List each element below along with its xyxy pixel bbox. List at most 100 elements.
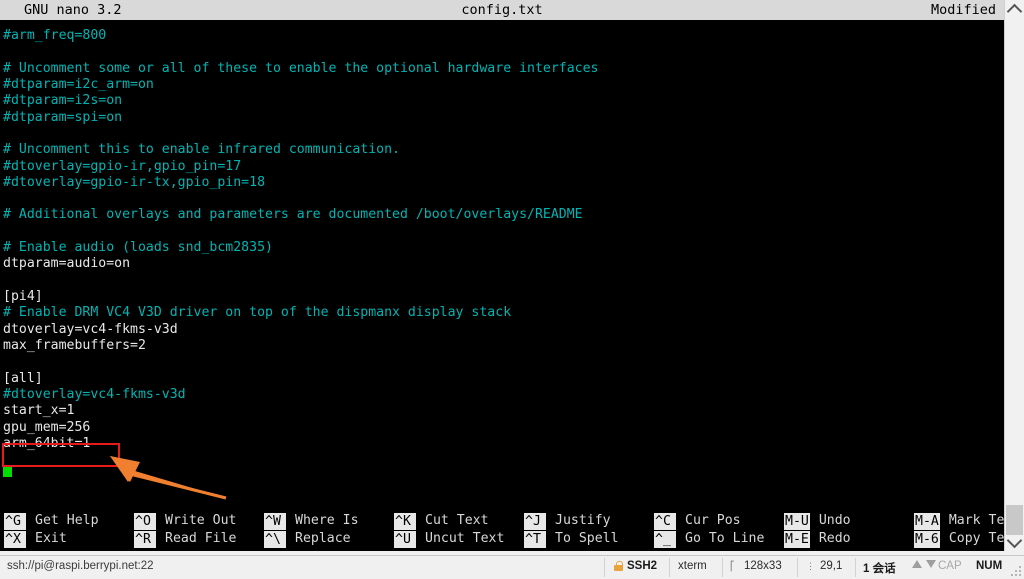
nano-editor-body[interactable]: #arm_freq=800 # Uncomment some or all of… bbox=[0, 28, 1004, 468]
shortcut-entry[interactable]: M-U Undo bbox=[784, 512, 851, 530]
status-num-lock: NUM bbox=[976, 560, 1002, 572]
shortcut-key: ^J bbox=[524, 512, 546, 530]
shortcut-label: Get Help bbox=[35, 513, 99, 528]
putty-terminal-window: GNU nano 3.2 config.txt Modified #arm_fr… bbox=[0, 0, 1024, 579]
status-session-count: 1 会话 bbox=[863, 560, 896, 576]
scroll-up-button[interactable] bbox=[1005, 0, 1024, 19]
shortcut-column: ^K Cut Text ^U Uncut Text bbox=[394, 512, 504, 548]
shortcut-key: ^G bbox=[4, 512, 26, 530]
nano-title-bar: GNU nano 3.2 config.txt Modified bbox=[0, 0, 1004, 20]
status-connection-url: ssh://pi@raspi.berrypi.net:22 bbox=[7, 560, 154, 572]
shortcut-label: Undo bbox=[818, 513, 851, 528]
status-terminal-type-label: xterm bbox=[678, 560, 707, 572]
editor-line: #dtparam=spi=on bbox=[3, 109, 123, 125]
status-protocol: SSH2 bbox=[614, 560, 657, 572]
editor-line: max_framebuffers=2 bbox=[3, 337, 146, 353]
editor-line: #arm_freq=800 bbox=[3, 28, 107, 43]
shortcut-entry[interactable]: M-E Redo bbox=[784, 530, 851, 548]
shortcut-entry[interactable]: ^T To Spell bbox=[524, 530, 619, 548]
chevron-down-icon bbox=[1006, 532, 1023, 548]
shortcut-column: ^J Justify ^T To Spell bbox=[524, 512, 619, 548]
editor-line: #dtparam=i2s=on bbox=[3, 93, 123, 109]
editor-line: # Uncomment some or all of these to enab… bbox=[3, 60, 599, 76]
shortcut-entry[interactable]: ^X Exit bbox=[4, 530, 99, 548]
status-terminal-size: ⎡ 128x33 bbox=[730, 560, 782, 572]
vertical-scrollbar[interactable] bbox=[1004, 0, 1024, 551]
shortcut-entry[interactable]: ^\ Replace bbox=[264, 530, 359, 548]
status-terminal-size-label: 128x33 bbox=[744, 560, 782, 572]
editor-line: arm_64bit=1 bbox=[3, 435, 91, 451]
shortcut-label: Mark Text bbox=[948, 513, 1004, 528]
shortcut-key: ^X bbox=[4, 530, 26, 548]
status-cursor-position: ⋮ 29,1 bbox=[806, 560, 842, 572]
shortcut-key: ^W bbox=[264, 512, 286, 530]
lock-icon bbox=[614, 561, 623, 571]
resize-grip-icon[interactable] bbox=[1011, 566, 1021, 576]
status-caps-lock-label: CAP bbox=[938, 560, 962, 572]
status-session-count-label: 1 会话 bbox=[863, 563, 896, 575]
shortcut-label: Exit bbox=[35, 531, 67, 546]
shortcut-entry[interactable]: ^K Cut Text bbox=[394, 512, 504, 530]
shortcut-label: Write Out bbox=[165, 513, 237, 528]
shortcut-entry[interactable]: ^_ Go To Line bbox=[654, 530, 764, 548]
shortcut-column: ^W Where Is ^\ Replace bbox=[264, 512, 359, 548]
shortcut-label: Copy Text bbox=[948, 531, 1004, 546]
status-divider bbox=[855, 558, 856, 577]
shortcut-label: Where Is bbox=[295, 513, 359, 528]
shortcut-column: ^O Write Out ^R Read File bbox=[134, 512, 236, 548]
status-bar: ssh://pi@raspi.berrypi.net:22 SSH2 xterm… bbox=[0, 555, 1024, 579]
shortcut-entry[interactable]: ^C Cur Pos bbox=[654, 512, 764, 530]
nano-shortcut-bar: ^G Get Help ^X Exit ^O Write Out ^R Read File ^W… bbox=[0, 512, 1004, 551]
shortcut-key: M-A bbox=[914, 512, 940, 530]
editor-line: [all] bbox=[3, 370, 43, 386]
shortcut-entry[interactable]: ^R Read File bbox=[134, 530, 236, 548]
shortcut-key: M-6 bbox=[914, 530, 940, 548]
shortcut-key: ^C bbox=[654, 512, 676, 530]
nano-modified-label: Modified bbox=[930, 2, 996, 18]
shortcut-label: Redo bbox=[818, 531, 851, 546]
editor-line: gpu_mem=256 bbox=[3, 419, 91, 435]
editor-line: # Uncomment this to enable infrared comm… bbox=[3, 142, 400, 158]
scroll-down-button[interactable] bbox=[1005, 532, 1024, 551]
status-num-lock-label: NUM bbox=[976, 560, 1003, 572]
shortcut-entry[interactable]: ^U Uncut Text bbox=[394, 530, 504, 548]
shortcut-entry[interactable]: M-6 Copy Text bbox=[914, 530, 1004, 548]
status-cursor-position-label: 29,1 bbox=[820, 560, 843, 572]
shortcut-key: ^\ bbox=[264, 530, 286, 548]
shortcut-label: Replace bbox=[295, 531, 351, 546]
editor-line: #dtoverlay=gpio-ir-tx,gpio_pin=18 bbox=[3, 174, 266, 190]
shortcut-entry[interactable]: M-A Mark Text bbox=[914, 512, 1004, 530]
scrollbar-thumb[interactable] bbox=[1006, 505, 1023, 535]
shortcut-label: Go To Line bbox=[685, 531, 765, 546]
shortcut-column: M-U Undo M-E Redo bbox=[784, 512, 851, 548]
cursor-position-icon: ⋮ bbox=[806, 560, 815, 571]
editor-line: dtoverlay=vc4-fkms-v3d bbox=[3, 321, 178, 337]
status-divider bbox=[669, 558, 670, 577]
editor-line: #dtoverlay=vc4-fkms-v3d bbox=[3, 386, 186, 402]
text-cursor bbox=[3, 465, 12, 477]
shortcut-label: Cur Pos bbox=[685, 513, 741, 528]
shortcut-column: ^C Cur Pos ^_ Go To Line bbox=[654, 512, 764, 548]
editor-line: # Enable DRM VC4 V3D driver on top of th… bbox=[3, 305, 512, 321]
status-divider bbox=[797, 558, 798, 577]
status-divider bbox=[722, 558, 723, 577]
shortcut-entry[interactable]: ^W Where Is bbox=[264, 512, 359, 530]
editor-line: dtparam=audio=on bbox=[3, 256, 131, 272]
shortcut-entry[interactable]: ^G Get Help bbox=[4, 512, 99, 530]
shortcut-entry[interactable]: ^O Write Out bbox=[134, 512, 236, 530]
terminal-canvas[interactable]: GNU nano 3.2 config.txt Modified #arm_fr… bbox=[0, 0, 1004, 551]
status-terminal-type: xterm bbox=[678, 560, 707, 572]
status-transfer-indicators bbox=[912, 560, 936, 568]
nano-filename-label: config.txt bbox=[461, 2, 543, 18]
shortcut-key: ^K bbox=[394, 512, 416, 530]
shortcut-column: M-A Mark Text M-6 Copy Text bbox=[914, 512, 1004, 548]
shortcut-label: Cut Text bbox=[425, 513, 489, 528]
shortcut-entry[interactable]: ^J Justify bbox=[524, 512, 619, 530]
upload-arrow-icon bbox=[912, 560, 922, 568]
